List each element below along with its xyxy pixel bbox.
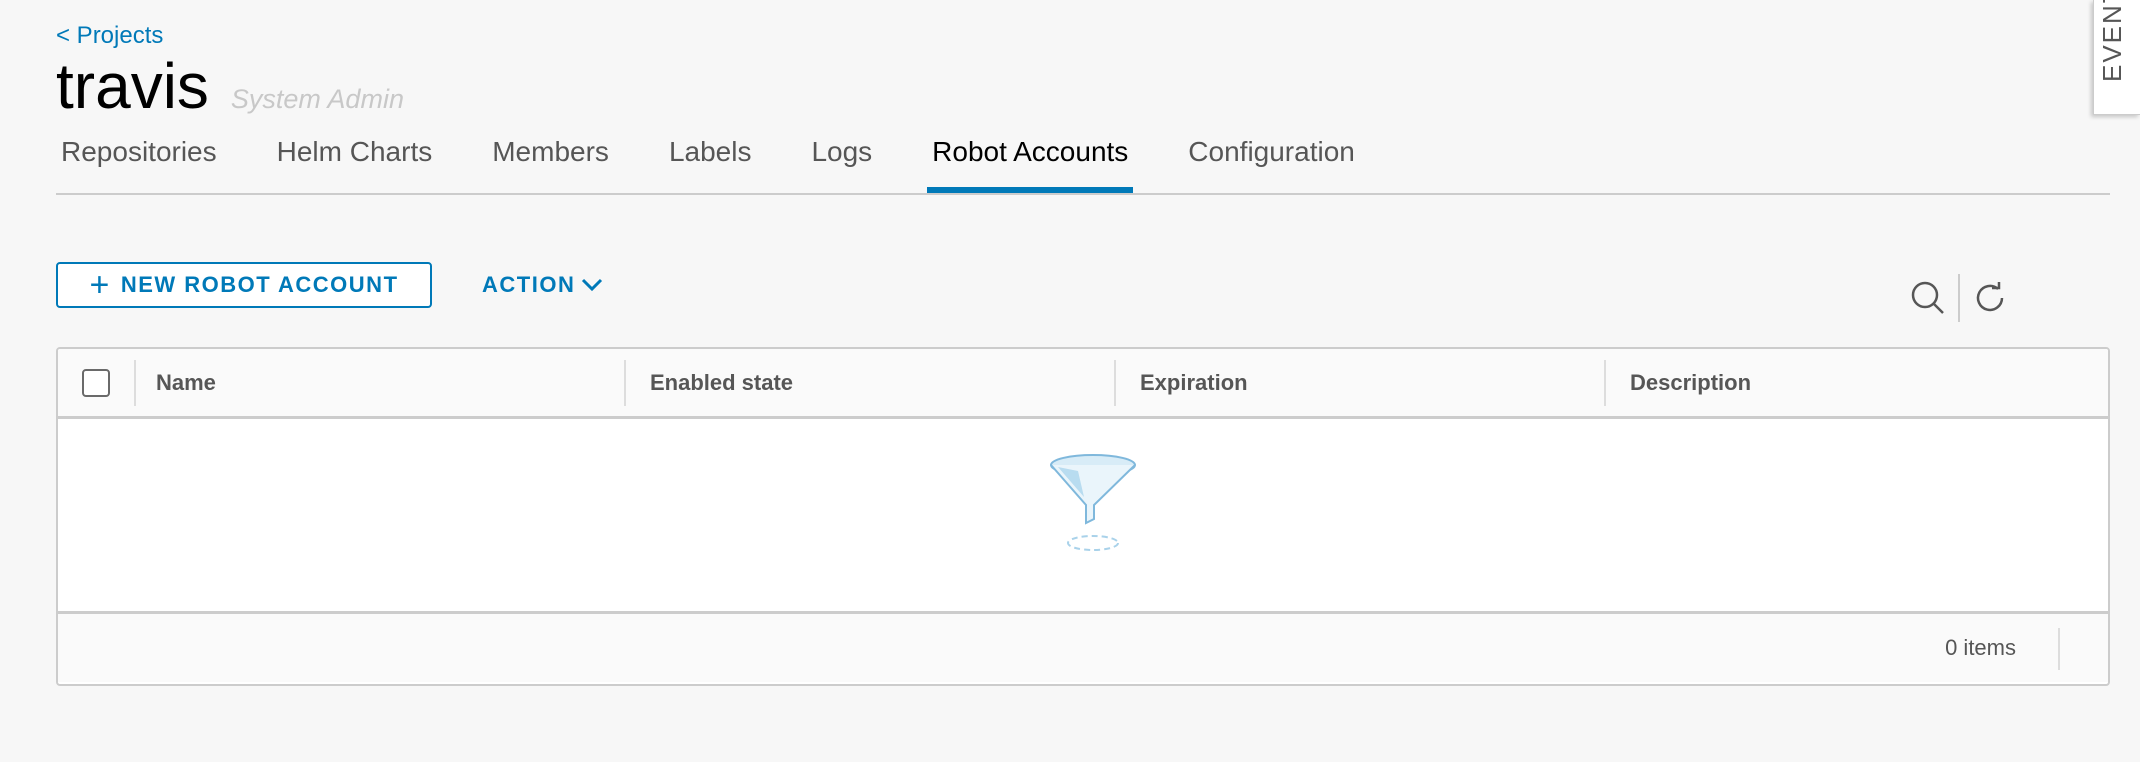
tab-labels[interactable]: Labels bbox=[664, 128, 757, 191]
footer-divider bbox=[2058, 628, 2060, 670]
plus-icon: + bbox=[89, 266, 111, 304]
column-header-enabled-state[interactable]: Enabled state bbox=[626, 359, 1116, 406]
tab-helm-charts[interactable]: Helm Charts bbox=[272, 128, 438, 191]
new-robot-account-button[interactable]: + NEW ROBOT ACCOUNT bbox=[56, 262, 432, 308]
event-side-tab[interactable]: EVENT bbox=[2093, 0, 2140, 115]
column-header-description[interactable]: Description bbox=[1606, 360, 2108, 406]
action-label: ACTION bbox=[482, 272, 576, 297]
new-robot-account-label: NEW ROBOT ACCOUNT bbox=[120, 272, 399, 297]
column-header-expiration[interactable]: Expiration bbox=[1116, 359, 1606, 406]
grid-tools bbox=[1908, 274, 2010, 322]
project-title: travis bbox=[56, 50, 209, 122]
select-all-checkbox[interactable] bbox=[82, 368, 110, 397]
event-side-tab-label: EVENT bbox=[2097, 0, 2127, 82]
column-header-name[interactable]: Name bbox=[136, 359, 626, 406]
toolbar-divider bbox=[1958, 274, 1960, 322]
project-role: System Admin bbox=[230, 84, 404, 114]
select-all-cell bbox=[58, 359, 136, 406]
project-detail-page: < Projects travis System Admin Repositor… bbox=[56, 0, 2110, 762]
chevron-down-icon bbox=[582, 278, 603, 292]
funnel-icon bbox=[1050, 454, 1136, 551]
robot-accounts-datagrid: Name Enabled state Expiration Descriptio… bbox=[56, 347, 2110, 686]
tab-repositories[interactable]: Repositories bbox=[56, 128, 222, 191]
tab-configuration[interactable]: Configuration bbox=[1183, 128, 1360, 191]
datagrid-footer: 0 items bbox=[58, 614, 2108, 682]
back-to-projects-link[interactable]: < Projects bbox=[56, 22, 163, 50]
datagrid-body bbox=[58, 419, 2108, 614]
datagrid-header: Name Enabled state Expiration Descriptio… bbox=[58, 349, 2108, 419]
refresh-icon[interactable] bbox=[1970, 278, 2010, 318]
tab-members[interactable]: Members bbox=[487, 128, 614, 191]
tab-robot-accounts[interactable]: Robot Accounts bbox=[927, 128, 1134, 193]
search-icon[interactable] bbox=[1908, 278, 1948, 318]
item-count: 0 items bbox=[1945, 635, 2016, 660]
tab-logs[interactable]: Logs bbox=[806, 128, 877, 191]
title-row: travis System Admin bbox=[56, 50, 404, 122]
project-tabs: Repositories Helm Charts Members Labels … bbox=[56, 128, 2110, 195]
action-dropdown-button[interactable]: ACTION bbox=[482, 262, 603, 308]
